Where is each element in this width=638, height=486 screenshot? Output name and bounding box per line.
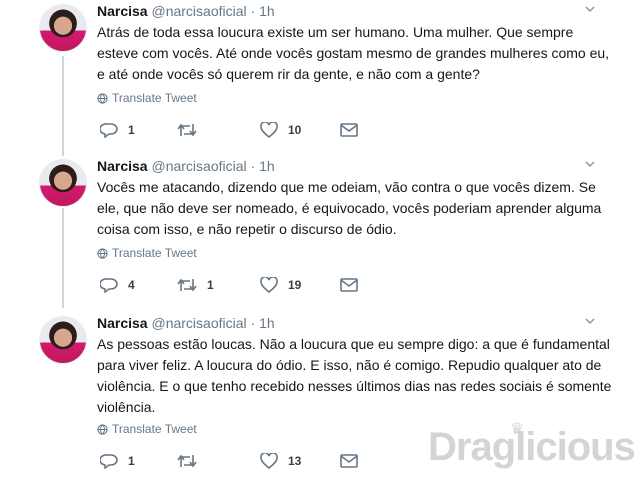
display-name[interactable]: Narcisa	[97, 315, 148, 331]
watermark-text: Draglicious	[428, 425, 636, 469]
tweet[interactable]: Narcisa @narcisaoficial · 1h Atrás de to…	[0, 2, 638, 142]
globe-icon	[97, 248, 108, 259]
like-count: 19	[288, 278, 302, 292]
heart-icon	[260, 277, 278, 293]
translate-link[interactable]: Translate Tweet	[97, 246, 197, 260]
like-count: 13	[288, 454, 302, 468]
reply-count: 1	[128, 454, 135, 468]
like-button[interactable]: 10	[260, 120, 301, 140]
globe-icon	[97, 424, 108, 435]
chevron-down-icon[interactable]	[585, 4, 595, 14]
tweet-actions: 1 13	[100, 451, 360, 471]
tweet-header: Narcisa @narcisaoficial · 1h	[97, 314, 275, 332]
reply-button[interactable]: 1	[100, 120, 135, 140]
like-button[interactable]: 19	[260, 275, 301, 295]
avatar[interactable]	[39, 316, 87, 364]
reply-count: 1	[128, 123, 135, 137]
tweet[interactable]: Narcisa @narcisaoficial · 1h Vocês me at…	[0, 157, 638, 297]
reply-icon	[100, 278, 118, 293]
globe-icon	[97, 93, 108, 104]
envelope-icon	[340, 123, 358, 137]
display-name[interactable]: Narcisa	[97, 3, 148, 19]
chevron-down-icon[interactable]	[585, 159, 595, 169]
avatar[interactable]	[39, 159, 87, 207]
reply-button[interactable]: 1	[100, 451, 135, 471]
translate-label: Translate Tweet	[112, 422, 197, 436]
watermark-logo: Draglicious ♛	[428, 421, 636, 470]
translate-link[interactable]: Translate Tweet	[97, 422, 197, 436]
reply-button[interactable]: 4	[100, 275, 135, 295]
dm-button[interactable]	[340, 275, 358, 295]
separator: ·	[250, 3, 256, 19]
tweet-text: Atrás de toda essa loucura existe um ser…	[97, 24, 610, 82]
envelope-icon	[340, 454, 358, 468]
retweet-count: 1	[207, 278, 214, 292]
heart-icon	[260, 122, 278, 138]
tweet-text: As pessoas estão loucas. Não a loucura q…	[97, 336, 612, 415]
dm-button[interactable]	[340, 120, 358, 140]
retweet-icon	[177, 123, 197, 137]
chevron-down-icon[interactable]	[585, 316, 595, 326]
tweet-header: Narcisa @narcisaoficial · 1h	[97, 2, 275, 20]
retweet-button[interactable]: 1	[177, 275, 214, 295]
dm-button[interactable]	[340, 451, 358, 471]
username[interactable]: @narcisaoficial	[151, 3, 246, 19]
tweet-actions: 4 1 19	[100, 275, 360, 295]
timestamp[interactable]: 1h	[259, 158, 275, 174]
username[interactable]: @narcisaoficial	[151, 315, 246, 331]
tweet-actions: 1 10	[100, 120, 360, 140]
separator: ·	[250, 315, 256, 331]
translate-link[interactable]: Translate Tweet	[97, 91, 197, 105]
reply-icon	[100, 123, 118, 138]
timestamp[interactable]: 1h	[259, 3, 275, 19]
retweet-button[interactable]	[177, 120, 207, 140]
avatar[interactable]	[39, 4, 87, 52]
crown-icon: ♛	[510, 421, 524, 438]
retweet-icon	[177, 454, 197, 468]
reply-icon	[100, 454, 118, 469]
tweet-header: Narcisa @narcisaoficial · 1h	[97, 157, 275, 175]
separator: ·	[250, 158, 256, 174]
retweet-button[interactable]	[177, 451, 207, 471]
reply-count: 4	[128, 278, 135, 292]
heart-icon	[260, 453, 278, 469]
envelope-icon	[340, 278, 358, 292]
like-count: 10	[288, 123, 302, 137]
retweet-icon	[177, 278, 197, 292]
translate-label: Translate Tweet	[112, 246, 197, 260]
timestamp[interactable]: 1h	[259, 315, 275, 331]
tweet-text: Vocês me atacando, dizendo que me odeiam…	[97, 179, 602, 237]
display-name[interactable]: Narcisa	[97, 158, 148, 174]
username[interactable]: @narcisaoficial	[151, 158, 246, 174]
like-button[interactable]: 13	[260, 451, 301, 471]
translate-label: Translate Tweet	[112, 91, 197, 105]
